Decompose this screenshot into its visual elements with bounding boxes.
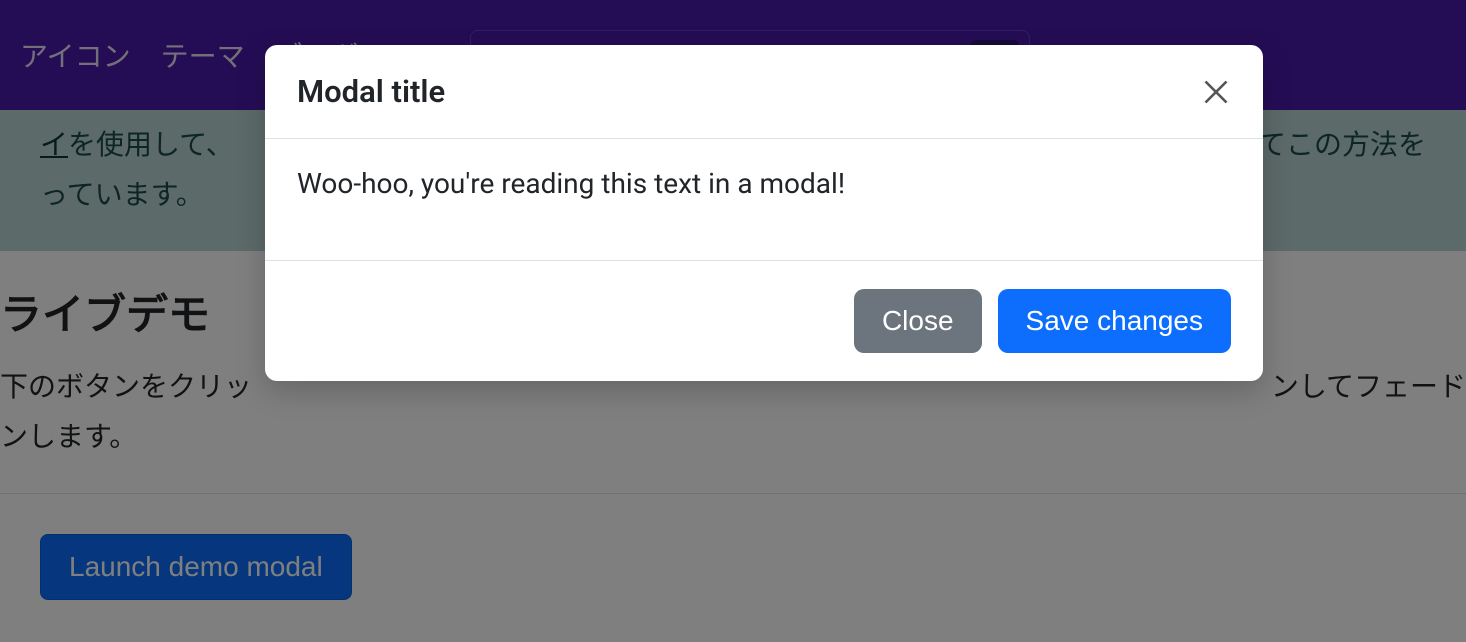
close-button[interactable]: Close bbox=[854, 289, 982, 353]
close-icon[interactable] bbox=[1201, 77, 1231, 107]
modal-title: Modal title bbox=[297, 73, 445, 110]
save-changes-button[interactable]: Save changes bbox=[998, 289, 1231, 353]
modal-footer: Close Save changes bbox=[265, 261, 1263, 381]
modal-dialog: Modal title Woo-hoo, you're reading this… bbox=[265, 45, 1263, 381]
modal-body: Woo-hoo, you're reading this text in a m… bbox=[265, 139, 1263, 261]
modal-header: Modal title bbox=[265, 45, 1263, 139]
